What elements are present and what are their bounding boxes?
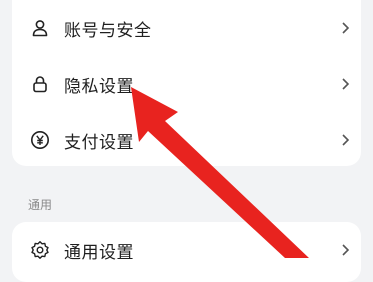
chevron-right-icon <box>339 240 353 260</box>
lock-icon <box>30 74 50 94</box>
chevron-right-icon <box>339 18 353 38</box>
settings-item-account-security[interactable]: 账号与安全 <box>12 0 361 56</box>
chevron-right-icon <box>339 130 353 150</box>
settings-item-payment[interactable]: 支付设置 <box>12 112 361 168</box>
section-title-general: 通用 <box>28 198 53 212</box>
gear-icon <box>30 240 50 260</box>
user-icon <box>30 18 50 38</box>
settings-item-privacy[interactable]: 隐私设置 <box>12 56 361 112</box>
settings-card-account: 账号与安全 隐私设置 支付设置 <box>12 0 361 166</box>
settings-card-general: 通用设置 <box>12 222 361 282</box>
settings-item-label: 通用设置 <box>64 242 134 263</box>
settings-item-general[interactable]: 通用设置 <box>12 222 361 278</box>
settings-item-label: 账号与安全 <box>64 20 152 41</box>
yen-icon <box>30 130 50 150</box>
settings-item-label: 支付设置 <box>64 132 134 153</box>
settings-item-label: 隐私设置 <box>64 76 134 97</box>
chevron-right-icon <box>339 74 353 94</box>
